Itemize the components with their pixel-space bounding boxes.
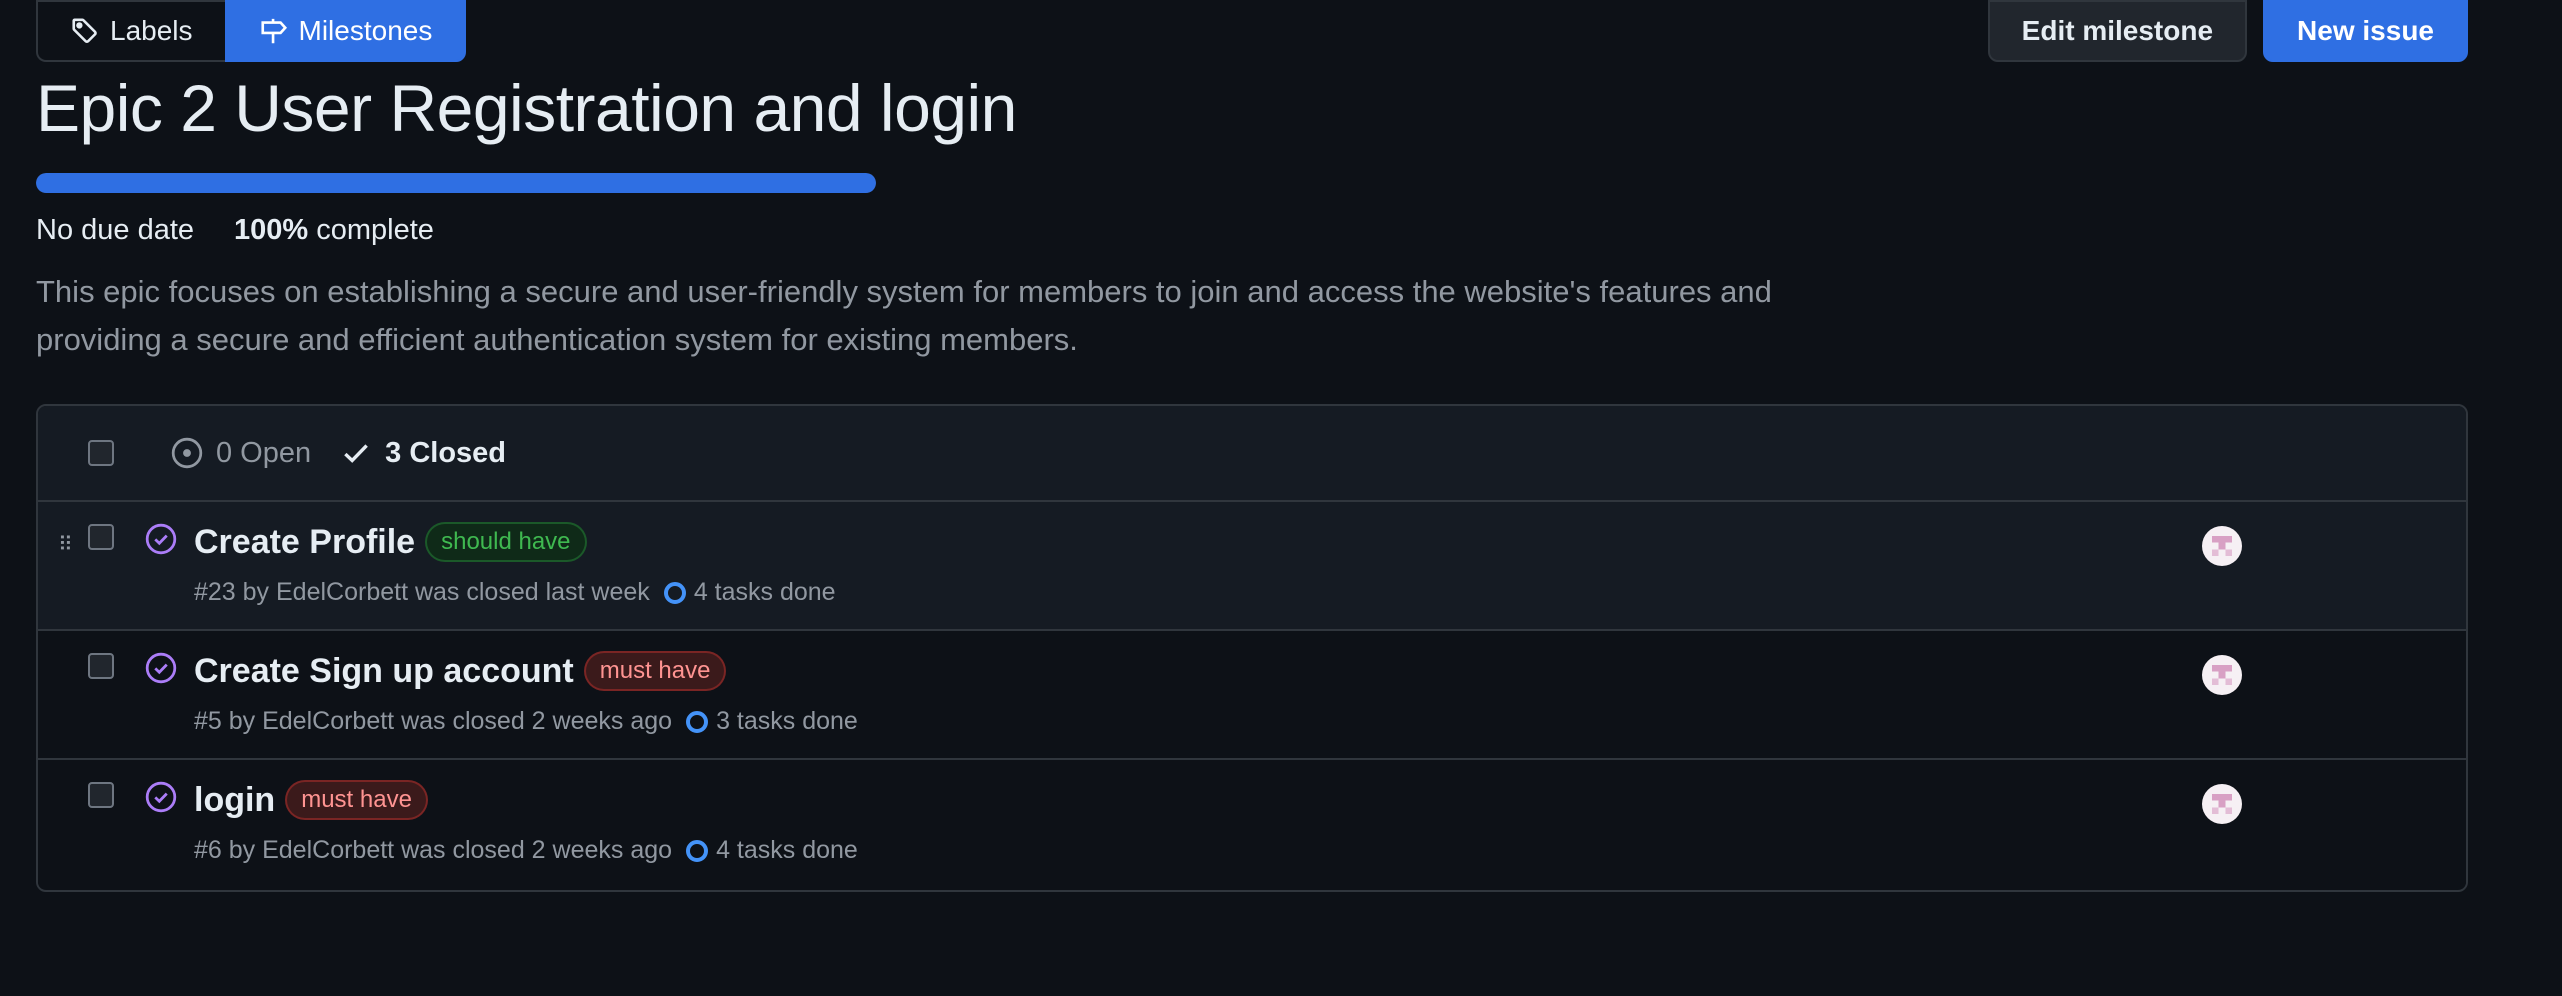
check-icon bbox=[344, 444, 368, 463]
issues-list-header: 0 Open 3 Closed bbox=[38, 406, 2466, 502]
milestone-progress-fill bbox=[36, 173, 876, 193]
issue-meta: #5 by EdelCorbett was closed 2 weeks ago… bbox=[194, 707, 858, 736]
completion-suffix: complete bbox=[316, 214, 434, 246]
edit-milestone-button[interactable]: Edit milestone bbox=[1987, 0, 2248, 62]
avatar-identicon bbox=[2211, 664, 2233, 686]
issue-tasks: 3 tasks done bbox=[686, 707, 858, 736]
issue-row[interactable]: Create Sign up account must have #5 by E… bbox=[38, 631, 2466, 760]
select-all-checkbox[interactable] bbox=[88, 440, 114, 466]
assignee-avatar[interactable] bbox=[2202, 655, 2242, 695]
issue-title-group: Create Sign up account must have bbox=[194, 651, 727, 691]
labels-tab-label: Labels bbox=[110, 15, 193, 46]
due-date: No due date bbox=[36, 214, 195, 246]
issue-checkbox[interactable] bbox=[88, 524, 114, 550]
issue-row[interactable]: login must have #6 by EdelCorbett was cl… bbox=[38, 760, 2466, 889]
closed-filter[interactable]: 3 Closed bbox=[339, 436, 506, 470]
closed-filter-label: 3 Closed bbox=[385, 436, 507, 469]
issue-closed-icon bbox=[145, 781, 177, 813]
issue-tasks: 4 tasks done bbox=[663, 578, 836, 607]
issue-title-group: login must have bbox=[194, 780, 428, 820]
milestone-page: Labels Milestones Edit milestone New iss… bbox=[0, 0, 2562, 996]
issue-checkbox[interactable] bbox=[88, 653, 114, 679]
milestones-tab-label: Milestones bbox=[298, 15, 433, 46]
milestones-tab[interactable]: Milestones bbox=[224, 0, 467, 62]
new-issue-button[interactable]: New issue bbox=[2263, 0, 2468, 62]
task-progress-icon bbox=[686, 839, 709, 862]
milestone-meta: No due date 100% complete bbox=[36, 214, 434, 247]
issue-title-group: Create Profile should have bbox=[194, 522, 587, 562]
issue-label[interactable]: must have bbox=[285, 780, 428, 820]
issue-title-link[interactable]: Create Sign up account bbox=[194, 652, 574, 691]
issue-title-link[interactable]: Create Profile bbox=[194, 523, 415, 562]
task-progress-icon bbox=[663, 581, 686, 604]
issue-tasks-label: 4 tasks done bbox=[693, 578, 836, 606]
issue-label[interactable]: must have bbox=[583, 651, 727, 691]
labels-milestones-nav: Labels Milestones bbox=[36, 0, 467, 62]
assignee-avatar[interactable] bbox=[2202, 526, 2242, 566]
milestone-description: This epic focuses on establishing a secu… bbox=[36, 274, 1772, 357]
milestone-actions: Edit milestone New issue bbox=[1987, 0, 2468, 62]
avatar-identicon bbox=[2211, 535, 2233, 557]
issue-meta-text: #5 by EdelCorbett was closed 2 weeks ago bbox=[194, 707, 673, 735]
completion-percent: 100% bbox=[234, 214, 309, 246]
issue-meta: #23 by EdelCorbett was closed last week … bbox=[194, 578, 836, 607]
issue-meta-text: #23 by EdelCorbett was closed last week bbox=[194, 578, 650, 606]
open-filter-label: 0 Open bbox=[216, 436, 312, 469]
completion: 100% complete bbox=[234, 214, 434, 247]
issue-label[interactable]: should have bbox=[425, 522, 587, 562]
issue-row[interactable]: ⠿ Create Profile should have #23 by Edel… bbox=[38, 502, 2466, 631]
issue-closed-icon bbox=[145, 523, 177, 555]
issue-tasks-label: 4 tasks done bbox=[716, 836, 858, 864]
issue-meta-text: #6 by EdelCorbett was closed 2 weeks ago bbox=[194, 836, 673, 864]
milestone-progress-bar bbox=[36, 173, 876, 193]
issue-title-link[interactable]: login bbox=[194, 781, 275, 820]
issue-open-icon bbox=[171, 437, 203, 469]
issue-checkbox[interactable] bbox=[88, 782, 114, 808]
milestone-icon bbox=[260, 18, 287, 44]
issue-tasks: 4 tasks done bbox=[686, 836, 858, 865]
assignee-avatar[interactable] bbox=[2202, 784, 2242, 824]
tag-icon bbox=[72, 18, 97, 43]
issues-list: 0 Open 3 Closed ⠿ Create Profile should … bbox=[36, 404, 2468, 892]
avatar-identicon bbox=[2211, 793, 2233, 815]
task-progress-icon bbox=[686, 710, 709, 733]
issue-closed-icon bbox=[145, 652, 177, 684]
open-filter[interactable]: 0 Open bbox=[170, 436, 311, 470]
drag-handle-icon[interactable]: ⠿ bbox=[58, 532, 73, 557]
labels-tab[interactable]: Labels bbox=[36, 0, 225, 62]
issue-meta: #6 by EdelCorbett was closed 2 weeks ago… bbox=[194, 836, 858, 865]
issue-tasks-label: 3 tasks done bbox=[716, 707, 858, 735]
milestone-title: Epic 2 User Registration and login bbox=[36, 71, 1017, 145]
